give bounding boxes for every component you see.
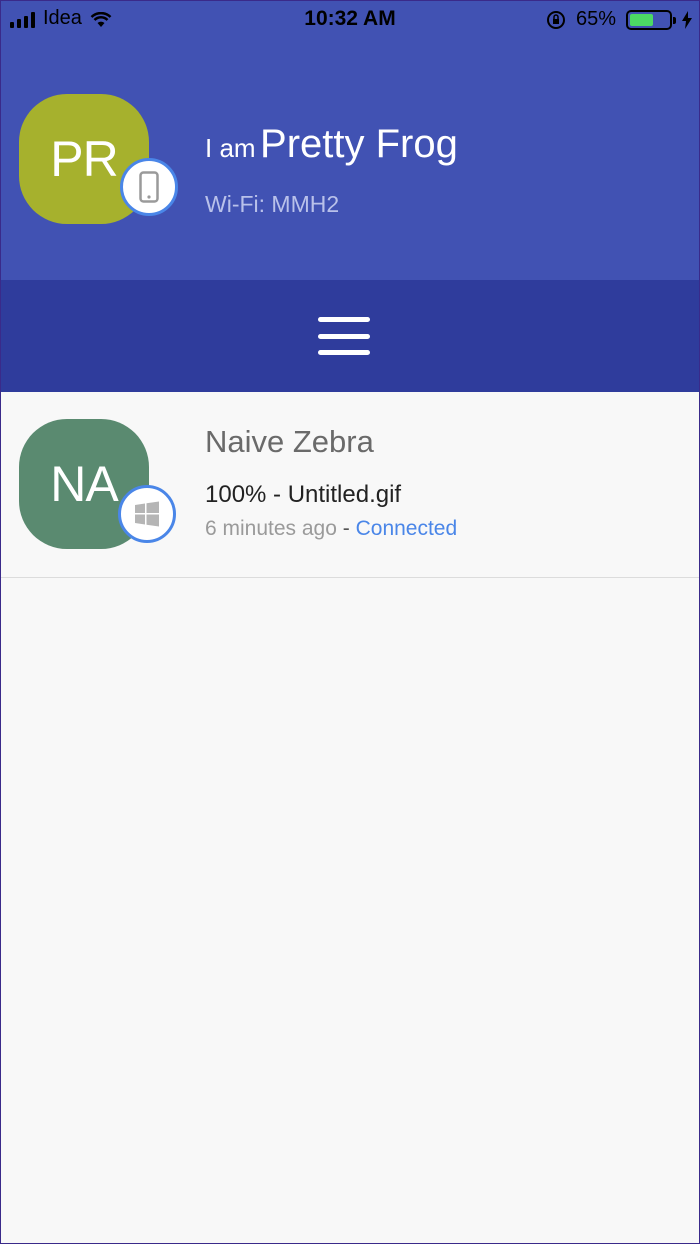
profile-header: PR I am Pretty Frog Wi-Fi: MMH2 (0, 38, 700, 280)
peer-list: NA Naive Zebra 100% - Untitled.gif 6 min… (0, 392, 700, 578)
charging-bolt-icon (682, 10, 692, 29)
peer-transfer-status: 100% - Untitled.gif (205, 481, 402, 508)
wifi-network-label: Wi-Fi: MMH2 (205, 191, 340, 217)
peer-meta-separator: - (336, 517, 356, 540)
windows-icon (135, 501, 159, 527)
hamburger-menu-icon[interactable] (318, 317, 370, 355)
my-device-name: Pretty Frog (260, 122, 458, 166)
my-device-badge (120, 158, 178, 216)
peer-meta: 6 minutes ago - Connected (205, 517, 457, 541)
battery-percent: 65% (575, 8, 616, 30)
battery-fill (630, 13, 654, 26)
menu-bar (0, 280, 700, 392)
peer-last-seen: 6 minutes ago (205, 517, 337, 540)
rotation-lock-icon (546, 10, 565, 29)
status-right: 65% (546, 8, 692, 31)
battery-icon (626, 9, 676, 30)
phone-icon (139, 171, 159, 203)
peer-name: Naive Zebra (205, 424, 374, 459)
peer-connection-status: Connected (355, 517, 458, 540)
status-bar: Idea 10:32 AM 65% (0, 0, 700, 38)
greeting-prefix: I am (205, 133, 256, 163)
peer-device-badge (118, 485, 176, 543)
peer-item[interactable]: NA Naive Zebra 100% - Untitled.gif 6 min… (0, 392, 700, 578)
device-greeting: I am Pretty Frog (205, 122, 458, 167)
